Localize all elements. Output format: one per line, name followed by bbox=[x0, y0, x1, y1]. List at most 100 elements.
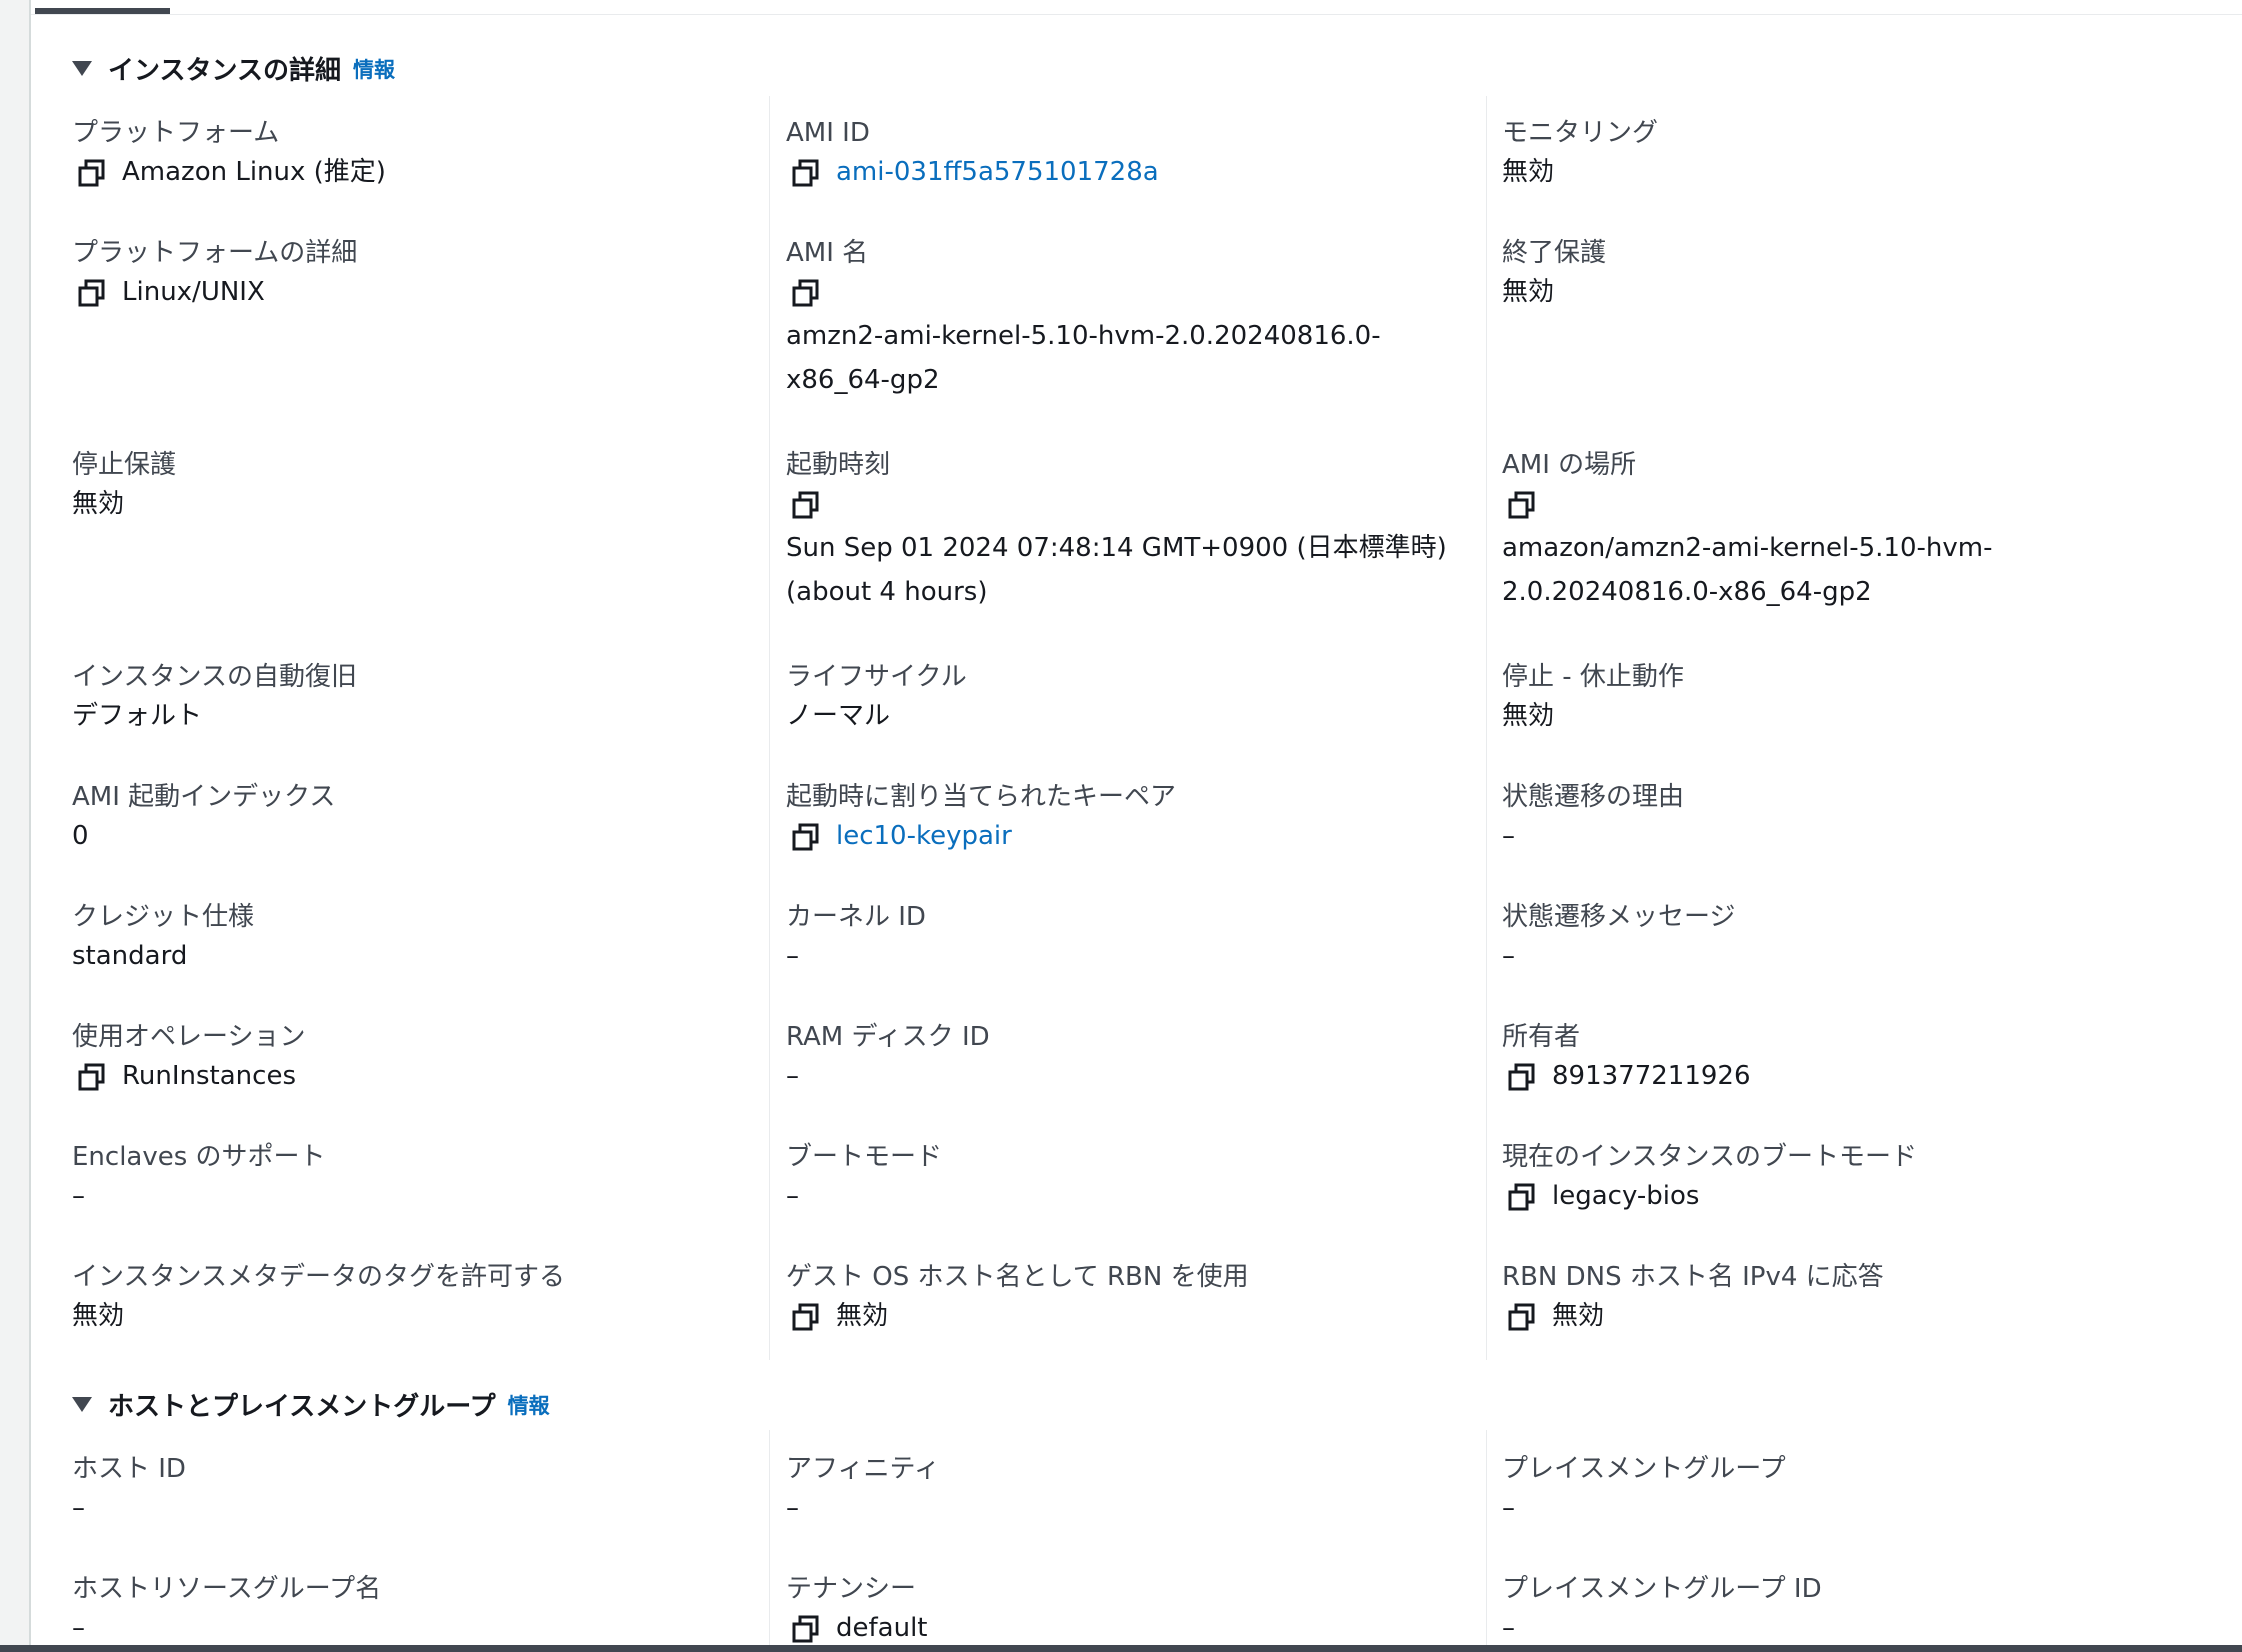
field-label: ホスト ID bbox=[72, 1454, 186, 1484]
field-label: 現在のインスタンスのブートモード bbox=[1502, 1142, 1917, 1172]
field-value-text: standard bbox=[72, 941, 188, 971]
field-label: 終了保護 bbox=[1502, 238, 1607, 268]
field-auto-recovery: インスタンスの自動復旧 デフォルト bbox=[72, 660, 732, 738]
copy-icon[interactable] bbox=[72, 270, 106, 314]
field-termination-protection: 終了保護 無効 bbox=[1502, 236, 2162, 314]
field-value-text: (about 4 hours) bbox=[786, 577, 988, 607]
field-value-text: – bbox=[786, 1181, 799, 1211]
field-label: AMI 名 bbox=[786, 238, 869, 268]
field-label: カーネル ID bbox=[786, 902, 926, 932]
field-state-message: 状態遷移メッセージ – bbox=[1502, 900, 2162, 978]
ami-id-link[interactable]: ami-031ff5a575101728a bbox=[836, 150, 1159, 194]
active-tab-indicator bbox=[35, 8, 170, 14]
field-label: プレイスメントグループ bbox=[1502, 1454, 1786, 1484]
field-value-text: – bbox=[786, 1061, 799, 1091]
copy-icon[interactable] bbox=[786, 1606, 820, 1645]
field-ami-launch-index: AMI 起動インデックス 0 bbox=[72, 780, 732, 858]
field-monitoring: モニタリング 無効 bbox=[1502, 116, 2162, 194]
field-value-text: amzn2-ami-kernel-5.10-hvm-2.0.20240816.0… bbox=[786, 321, 1381, 351]
field-placement-group: プレイスメントグループ – bbox=[1502, 1452, 2162, 1530]
copy-icon[interactable] bbox=[1502, 1174, 1536, 1218]
field-value-text: デフォルト bbox=[72, 701, 203, 731]
field-label: インスタンスメタデータのタグを許可する bbox=[72, 1262, 565, 1292]
field-current-boot-mode: 現在のインスタンスのブートモード legacy-bios bbox=[1502, 1140, 2162, 1218]
field-usage-operation: 使用オペレーション RunInstances bbox=[72, 1020, 732, 1098]
copy-icon[interactable] bbox=[786, 150, 820, 194]
field-launch-time: 起動時刻 Sun Sep 01 2024 07:48:14 GMT+0900 (… bbox=[786, 448, 1447, 614]
copy-icon[interactable] bbox=[786, 270, 820, 314]
field-label: ゲスト OS ホスト名として RBN を使用 bbox=[786, 1262, 1249, 1292]
field-placement-group-id: プレイスメントグループ ID – bbox=[1502, 1572, 2162, 1645]
field-value-text: – bbox=[1502, 941, 1515, 971]
field-label: AMI 起動インデックス bbox=[72, 782, 336, 812]
field-value-text: Sun Sep 01 2024 07:48:14 GMT+0900 (日本標準時… bbox=[786, 533, 1447, 563]
field-key-pair: 起動時に割り当てられたキーペア lec10-keypair bbox=[786, 780, 1446, 858]
field-value-text: 無効 bbox=[1502, 701, 1555, 731]
host-placement-header[interactable]: ホストとプレイスメントグループ 情報 bbox=[72, 1386, 550, 1423]
field-value-text: – bbox=[786, 1493, 799, 1523]
field-affinity: アフィニティ – bbox=[786, 1452, 1446, 1530]
info-link-instance-details[interactable]: 情報 bbox=[353, 54, 395, 84]
field-value-text: – bbox=[72, 1493, 85, 1523]
key-pair-link[interactable]: lec10-keypair bbox=[836, 814, 1012, 858]
field-label: ライフサイクル bbox=[786, 662, 967, 692]
field-label: ブートモード bbox=[786, 1142, 943, 1172]
field-label: テナンシー bbox=[786, 1574, 917, 1604]
field-value-text: – bbox=[1502, 821, 1515, 851]
column-divider bbox=[769, 96, 770, 1360]
field-value-text: 無効 bbox=[72, 489, 125, 519]
field-label: プラットフォームの詳細 bbox=[72, 238, 358, 268]
field-value-text: amazon/amzn2-ami-kernel-5.10-hvm- bbox=[1502, 533, 1993, 563]
field-label: AMI ID bbox=[786, 118, 870, 148]
field-state-reason: 状態遷移の理由 – bbox=[1502, 780, 2162, 858]
field-value-text: RunInstances bbox=[122, 1061, 296, 1091]
field-value-text: – bbox=[1502, 1493, 1515, 1523]
caret-down-icon[interactable] bbox=[72, 1397, 92, 1412]
caret-down-icon[interactable] bbox=[72, 61, 92, 76]
info-link-host-placement[interactable]: 情報 bbox=[508, 1390, 550, 1420]
bottom-rule bbox=[0, 1645, 2242, 1652]
field-label: Enclaves のサポート bbox=[72, 1142, 326, 1172]
field-label: 停止 - 休止動作 bbox=[1502, 662, 1684, 692]
field-value-text: Amazon Linux (推定) bbox=[122, 157, 386, 187]
field-value-text: 無効 bbox=[72, 1301, 125, 1331]
copy-icon[interactable] bbox=[786, 814, 820, 858]
copy-icon[interactable] bbox=[72, 150, 106, 194]
field-value-text: x86_64-gp2 bbox=[786, 365, 940, 395]
field-ami-name: AMI 名 amzn2-ami-kernel-5.10-hvm-2.0.2024… bbox=[786, 236, 1446, 402]
field-label: 状態遷移の理由 bbox=[1502, 782, 1685, 812]
field-label: 状態遷移メッセージ bbox=[1502, 902, 1736, 932]
field-stop-protection: 停止保護 無効 bbox=[72, 448, 732, 526]
field-label: アフィニティ bbox=[786, 1454, 940, 1484]
copy-icon[interactable] bbox=[786, 482, 820, 526]
field-value-text: – bbox=[786, 941, 799, 971]
field-label: 停止保護 bbox=[72, 450, 177, 480]
field-rbn-hostname: ゲスト OS ホスト名として RBN を使用 無効 bbox=[786, 1260, 1446, 1338]
copy-icon[interactable] bbox=[72, 1054, 106, 1098]
field-label: RBN DNS ホスト名 IPv4 に応答 bbox=[1502, 1262, 1884, 1292]
field-host-resource-group: ホストリソースグループ名 – bbox=[72, 1572, 732, 1645]
field-value-text: Linux/UNIX bbox=[122, 277, 265, 307]
field-value-text: default bbox=[836, 1613, 928, 1643]
field-platform: プラットフォーム Amazon Linux (推定) bbox=[72, 116, 732, 194]
instance-details-header[interactable]: インスタンスの詳細 情報 bbox=[72, 50, 395, 87]
instance-details-panel: インスタンスの詳細 情報 プラットフォーム Amazon Linux (推定) … bbox=[29, 0, 2242, 1645]
tab-strip bbox=[31, 0, 2242, 15]
field-label: 起動時に割り当てられたキーペア bbox=[786, 782, 1177, 812]
copy-icon[interactable] bbox=[1502, 1294, 1536, 1338]
field-rbn-dns-ipv4: RBN DNS ホスト名 IPv4 に応答 無効 bbox=[1502, 1260, 2162, 1338]
field-label: RAM ディスク ID bbox=[786, 1022, 990, 1052]
section-title-host-placement: ホストとプレイスメントグループ bbox=[108, 1392, 496, 1422]
field-label: AMI の場所 bbox=[1502, 450, 1637, 480]
copy-icon[interactable] bbox=[1502, 482, 1536, 526]
column-divider bbox=[1486, 1430, 1487, 1645]
field-label: プラットフォーム bbox=[72, 118, 280, 148]
field-owner: 所有者 891377211926 bbox=[1502, 1020, 2162, 1098]
field-value-text: legacy-bios bbox=[1552, 1181, 1700, 1211]
field-credit-spec: クレジット仕様 standard bbox=[72, 900, 732, 978]
field-ram-disk-id: RAM ディスク ID – bbox=[786, 1020, 1446, 1098]
copy-icon[interactable] bbox=[786, 1294, 820, 1338]
field-platform-details: プラットフォームの詳細 Linux/UNIX bbox=[72, 236, 732, 314]
copy-icon[interactable] bbox=[1502, 1054, 1536, 1098]
field-value-text: 無効 bbox=[836, 1301, 889, 1331]
